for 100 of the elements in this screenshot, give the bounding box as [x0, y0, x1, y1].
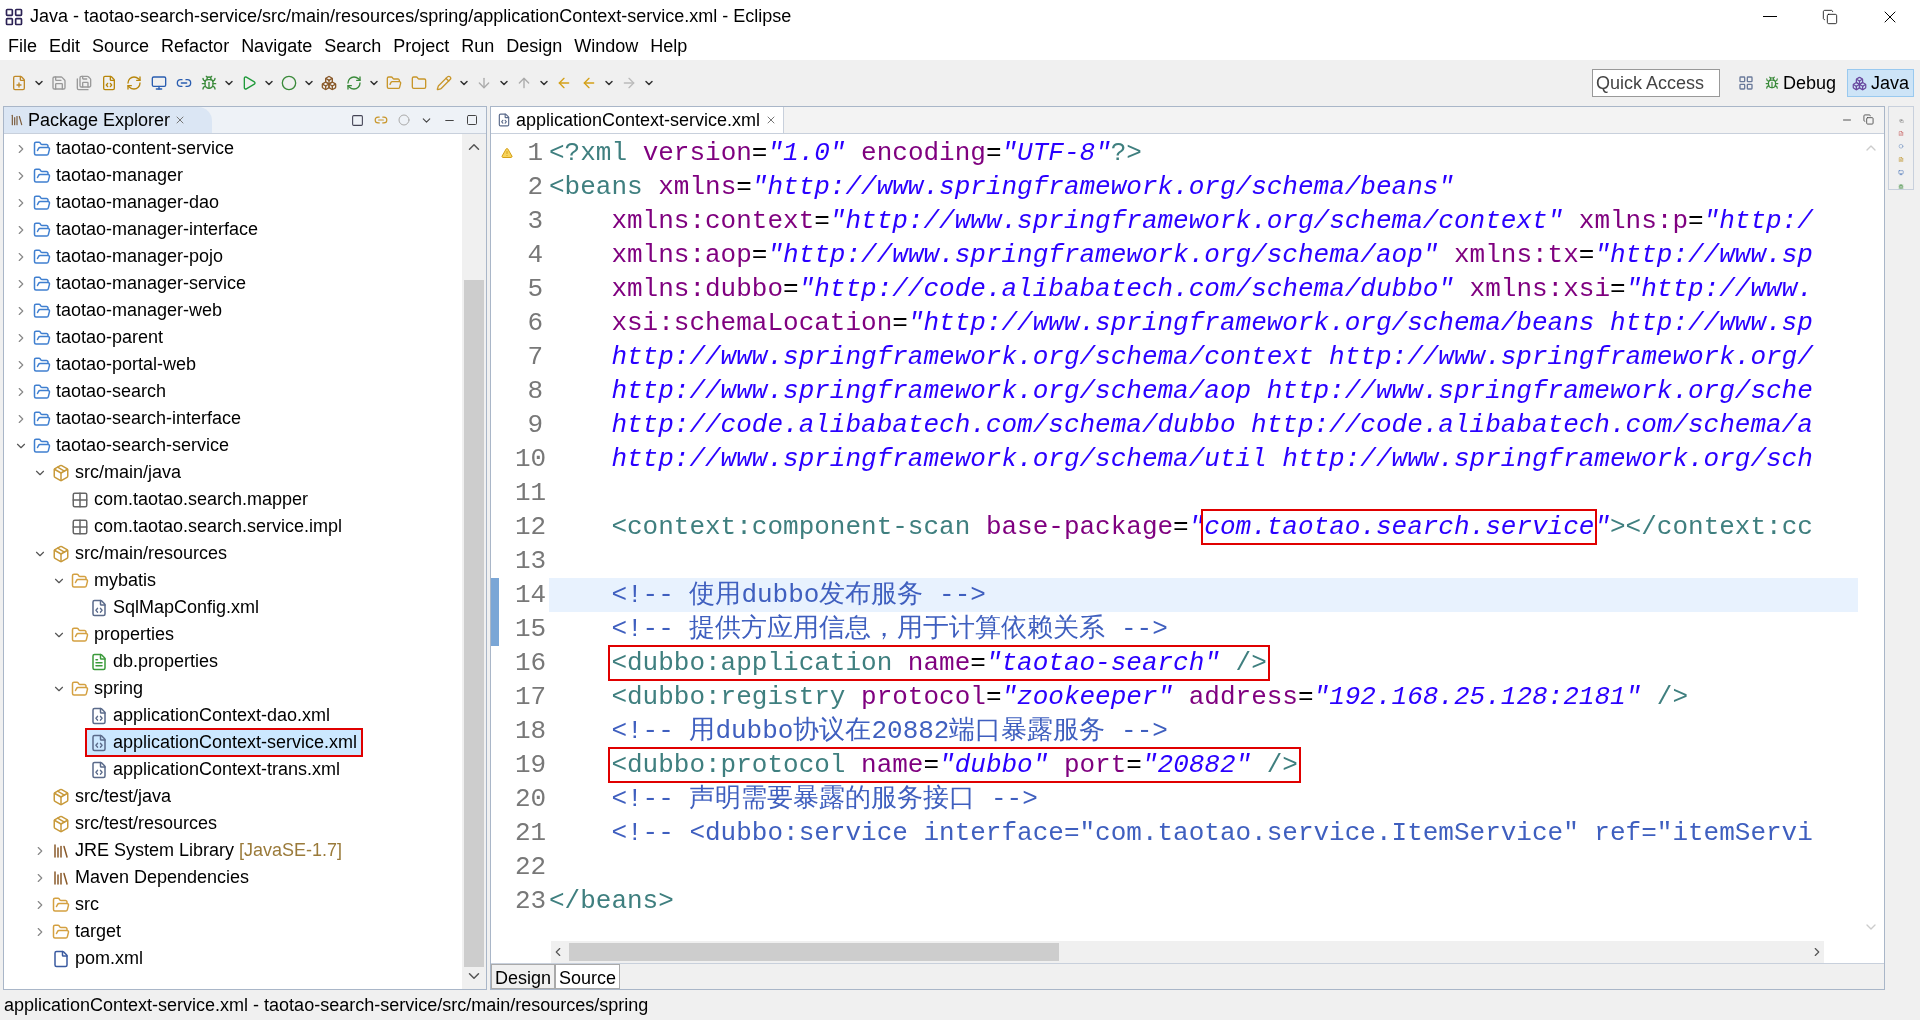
tree-item[interactable]: applicationContext-dao.xml — [87, 703, 335, 728]
bug-icon[interactable] — [201, 75, 217, 91]
menu-item[interactable]: Design — [500, 33, 569, 60]
menu-item[interactable]: Help — [644, 33, 694, 60]
scrollbar-thumb[interactable] — [464, 280, 484, 967]
new-file-icon[interactable] — [11, 75, 27, 91]
circle-icon[interactable] — [281, 75, 297, 91]
folder-icon[interactable] — [386, 75, 402, 91]
tree-item[interactable]: taotao-manager-interface — [30, 217, 263, 242]
tree-item[interactable]: taotao-manager-pojo — [30, 244, 228, 269]
line-number: 21 — [515, 816, 543, 850]
link-icon[interactable] — [374, 113, 388, 127]
run-icon[interactable] — [241, 75, 257, 91]
line-number: 2 — [526, 170, 543, 204]
menu-item[interactable]: Source — [86, 33, 156, 60]
tree-item[interactable]: properties — [68, 622, 179, 647]
menu-item[interactable]: Refactor — [155, 33, 236, 60]
tree-item[interactable]: src/main/resources — [49, 541, 232, 566]
code-line: <!-- 提供方应用信息，用于计算依赖关系 --> — [610, 612, 1169, 646]
tree-item[interactable]: Maven Dependencies — [49, 865, 254, 890]
collapse-all-icon[interactable] — [351, 113, 364, 127]
tree-item[interactable]: taotao-manager-dao — [30, 190, 224, 215]
tree-item[interactable]: spring — [68, 676, 148, 701]
save-all-icon[interactable] — [76, 75, 92, 91]
tree-item[interactable]: taotao-portal-web — [30, 352, 201, 377]
view-tab[interactable]: Package Explorer — [4, 107, 213, 133]
menu-item[interactable]: Edit — [43, 33, 87, 60]
quick-access-field[interactable]: Quick Access — [1591, 69, 1720, 97]
restore-icon — [1822, 8, 1838, 25]
file-code-icon[interactable] — [101, 75, 117, 91]
line-number: 17 — [515, 680, 543, 714]
editor-tab[interactable]: applicationContext-service.xml — [491, 107, 785, 133]
folder-icon — [33, 166, 51, 185]
refresh-icon[interactable] — [346, 75, 362, 91]
open-perspective-icon[interactable] — [1737, 75, 1754, 91]
maximize-icon[interactable] — [466, 114, 478, 126]
restore-icon[interactable] — [1863, 114, 1874, 125]
folder-icon[interactable] — [411, 75, 427, 91]
tree-item[interactable]: src — [49, 892, 103, 917]
menu-item[interactable]: Run — [455, 33, 501, 60]
tree-item[interactable]: taotao-manager-service — [30, 271, 251, 296]
tree-item[interactable]: applicationContext-trans.xml — [87, 757, 345, 782]
horizontal-scrollbar[interactable] — [551, 941, 1824, 963]
folder-icon — [71, 571, 89, 590]
folder-icon — [33, 274, 51, 293]
grid-icon — [4, 6, 24, 27]
menu-item[interactable]: Project — [387, 33, 456, 60]
code-line: xmlns:context="http://www.springframework.org/schema/context" xmlns:p="http:/ — [610, 204, 1815, 238]
monitor-icon[interactable] — [151, 75, 167, 91]
tree-item[interactable]: taotao-parent — [30, 325, 168, 350]
menu-item[interactable]: Search — [318, 33, 388, 60]
circle-icon[interactable] — [398, 114, 410, 126]
tree-item[interactable]: JRE System Library [JavaSE-1.7] — [49, 838, 347, 863]
folder-icon — [33, 220, 51, 239]
pencil-icon[interactable] — [436, 75, 452, 91]
menu-item[interactable]: File — [2, 33, 43, 60]
code-line: http://www.springframework.org/schema/context http://www.springframework.org/ — [610, 340, 1815, 374]
scrollbar-thumb[interactable] — [569, 943, 1059, 961]
save-icon[interactable] — [51, 75, 67, 91]
perspective-button[interactable]: Java — [1846, 69, 1914, 97]
file-icon — [52, 949, 70, 968]
file-code-icon — [90, 598, 108, 617]
tree-item[interactable]: applicationContext-service.xml — [87, 730, 362, 755]
file-code-icon — [90, 733, 108, 752]
tree-item[interactable]: taotao-manager-web — [30, 298, 227, 323]
tree-item[interactable]: src/test/java — [49, 784, 176, 809]
file-code-icon — [90, 706, 108, 725]
tree-item[interactable]: src/main/java — [49, 460, 186, 485]
tree-item[interactable]: taotao-search-interface — [30, 406, 246, 431]
line-number: 10 — [515, 442, 543, 476]
perspective-button[interactable]: Debug — [1759, 69, 1841, 97]
editor-mode-tab[interactable]: Design — [491, 964, 556, 989]
line-number: 4 — [526, 238, 543, 272]
circle-icon[interactable] — [1895, 144, 1907, 150]
folder-icon — [52, 895, 70, 914]
tree-item[interactable]: mybatis — [68, 568, 160, 593]
arrow-up-icon[interactable] — [516, 75, 532, 91]
refresh-icon[interactable] — [126, 75, 142, 91]
tree-item[interactable]: taotao-content-service — [30, 136, 239, 161]
tree-item[interactable]: com.taotao.search.service.impl — [68, 514, 347, 539]
package-icon — [52, 814, 70, 833]
menu-item[interactable]: Navigate — [235, 33, 319, 60]
grid-icon — [71, 517, 89, 536]
tree-item[interactable]: taotao-search-service — [30, 433, 234, 458]
folder-icon — [33, 355, 51, 374]
menu-item[interactable]: Window — [568, 33, 645, 60]
tree-item[interactable]: SqlMapConfig.xml — [87, 595, 264, 620]
books-icon — [52, 841, 70, 860]
tree-item[interactable]: target — [49, 919, 126, 944]
package-icon — [52, 544, 70, 563]
tree-item[interactable]: com.taotao.search.mapper — [68, 487, 313, 512]
folder-icon — [52, 922, 70, 941]
tree-item[interactable]: pom.xml — [49, 946, 147, 971]
tree-item[interactable]: db.properties — [87, 649, 223, 674]
tree-item[interactable]: src/test/resources — [49, 811, 222, 836]
editor-mode-tab[interactable]: Source — [555, 964, 621, 989]
tree-item[interactable]: taotao-manager — [30, 163, 188, 188]
boxes-icon[interactable] — [321, 75, 337, 91]
line-number: 11 — [515, 476, 543, 510]
tree-item[interactable]: taotao-search — [30, 379, 171, 404]
